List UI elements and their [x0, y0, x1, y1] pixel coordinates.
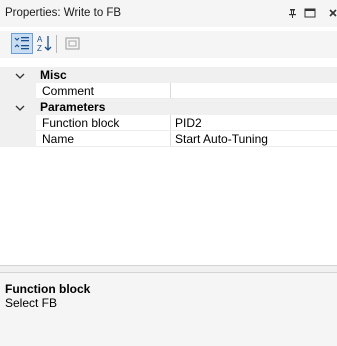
category-label: Parameters	[40, 100, 106, 114]
property-value[interactable]: Start Auto-Tuning	[175, 132, 268, 146]
description-title: Function block	[5, 282, 91, 296]
pin-icon[interactable]	[285, 4, 301, 22]
chevron-down-icon[interactable]	[15, 70, 25, 80]
property-value[interactable]: PID2	[175, 116, 202, 130]
description-splitter[interactable]	[0, 265, 337, 273]
chevron-down-icon[interactable]	[15, 102, 25, 112]
categorized-icon	[14, 37, 29, 50]
alphabetical-sort-icon: A Z	[37, 35, 52, 53]
toolbar: A Z	[0, 31, 337, 58]
property-pages-button[interactable]	[62, 33, 84, 54]
alphabetical-button[interactable]: A Z	[34, 33, 56, 54]
row-divider	[36, 146, 337, 147]
toolbar-separator	[56, 35, 57, 53]
column-divider	[170, 83, 171, 99]
category-label: Misc	[40, 68, 67, 82]
maximize-icon[interactable]	[302, 4, 318, 22]
svg-text:Z: Z	[37, 44, 42, 53]
title-bar: Properties: Write to FB	[0, 0, 337, 27]
column-divider	[170, 115, 171, 131]
category-row-parameters[interactable]: Parameters	[0, 99, 337, 115]
categorized-button[interactable]	[11, 33, 33, 54]
window-title: Properties: Write to FB	[5, 7, 122, 19]
category-row-misc[interactable]: Misc	[0, 67, 337, 83]
property-name: Function block	[42, 116, 120, 130]
row-gutter	[0, 83, 36, 99]
property-name: Comment	[42, 84, 95, 98]
property-row-function-block[interactable]: Function block PID2	[0, 115, 337, 131]
property-pages-icon	[65, 37, 80, 50]
property-row-name[interactable]: Name Start Auto-Tuning	[0, 131, 337, 147]
description-text: Select FB	[5, 296, 58, 310]
column-divider	[170, 131, 171, 147]
close-icon[interactable]	[326, 4, 337, 22]
svg-text:A: A	[37, 35, 43, 44]
property-row-comment[interactable]: Comment	[0, 83, 337, 99]
row-gutter	[0, 131, 36, 147]
property-name: Name	[42, 132, 75, 146]
description-pane: Function block Select FB	[0, 273, 337, 346]
row-gutter	[0, 115, 36, 131]
